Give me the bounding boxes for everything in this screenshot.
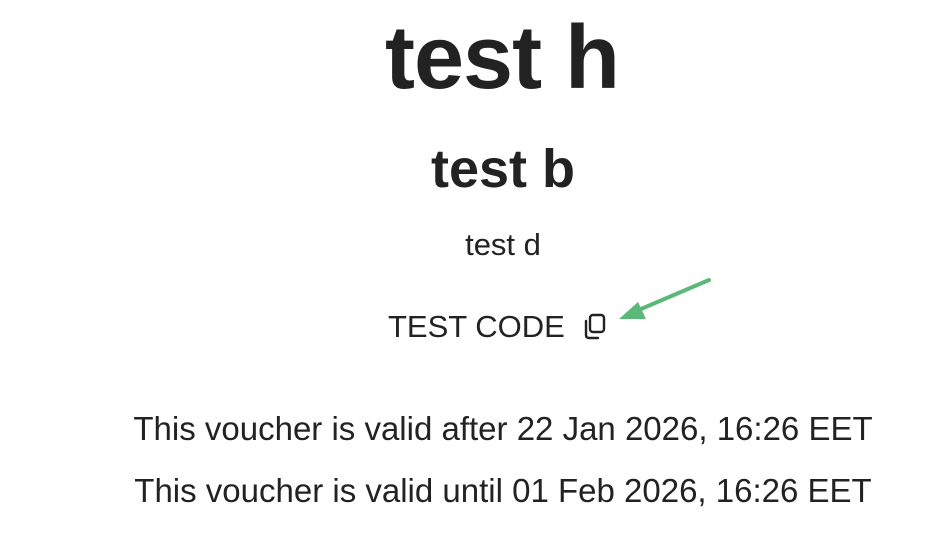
voucher-code[interactable]: TEST CODE — [388, 307, 565, 347]
voucher-heading: test h — [384, 8, 620, 108]
valid-after-text: This voucher is valid after 22 Jan 2026,… — [133, 410, 873, 447]
valid-until-text: This voucher is valid until 01 Feb 2026,… — [134, 472, 872, 509]
voucher-card: test h test b test d TEST CODE This vouc… — [0, 0, 944, 558]
voucher-code-row: TEST CODE — [388, 306, 609, 348]
copy-icon[interactable] — [579, 310, 609, 344]
voucher-description: test d — [465, 227, 541, 262]
annotation-arrow — [619, 278, 711, 319]
voucher-body: test b — [430, 139, 576, 199]
